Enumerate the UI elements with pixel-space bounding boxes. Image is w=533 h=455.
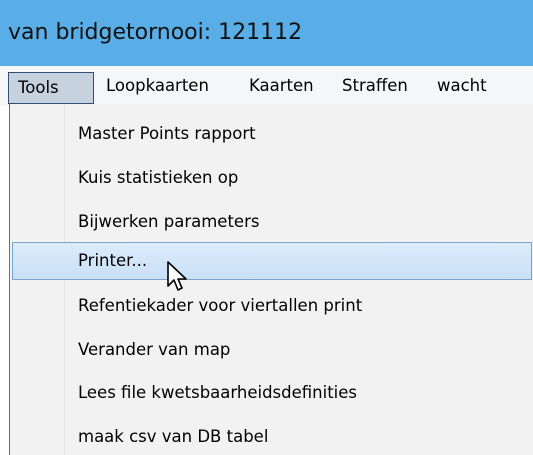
- menu-item-label: Master Points rapport: [78, 124, 256, 143]
- menu-item-verander-van-map[interactable]: Verander van map: [12, 331, 532, 369]
- menu-item-label: maak csv van DB tabel: [78, 427, 269, 446]
- menu-loopkaarten[interactable]: Loopkaarten: [106, 73, 209, 99]
- menu-kaarten[interactable]: Kaarten: [249, 73, 314, 99]
- menu-item-printer[interactable]: Printer...: [12, 242, 532, 280]
- menu-bar: Tools Loopkaarten Kaarten Straffen wacht: [0, 66, 533, 106]
- menu-item-kuis-statistieken-op[interactable]: Kuis statistieken op: [12, 159, 532, 197]
- menu-item-label: Verander van map: [78, 340, 231, 359]
- menu-item-lees-file-kwetsbaarheidsdefinities[interactable]: Lees file kwetsbaarheidsdefinities: [12, 374, 532, 412]
- window-title: van bridgetornooi: 121112: [8, 20, 303, 45]
- tools-dropdown-menu: Master Points rapport Kuis statistieken …: [9, 104, 533, 455]
- menu-left-margin: [0, 106, 8, 455]
- app-window: van bridgetornooi: 121112 Tools Loopkaar…: [0, 0, 533, 455]
- menu-item-label: Refentiekader voor viertallen print: [78, 296, 363, 315]
- menu-item-master-points-rapport[interactable]: Master Points rapport: [12, 115, 532, 153]
- menu-wacht[interactable]: wacht: [437, 73, 487, 99]
- menu-item-maak-csv-van-db-tabel[interactable]: maak csv van DB tabel: [12, 418, 532, 455]
- menu-item-refentiekader[interactable]: Refentiekader voor viertallen print: [12, 287, 532, 325]
- menu-straffen[interactable]: Straffen: [342, 73, 408, 99]
- title-bar[interactable]: van bridgetornooi: 121112: [0, 0, 533, 66]
- menu-item-bijwerken-parameters[interactable]: Bijwerken parameters: [12, 203, 532, 241]
- menu-item-label: Printer...: [78, 251, 148, 270]
- menu-item-label: Kuis statistieken op: [78, 168, 239, 187]
- menu-tools[interactable]: Tools: [8, 72, 94, 104]
- menu-item-label: Lees file kwetsbaarheidsdefinities: [78, 383, 358, 402]
- mouse-pointer-icon: [167, 261, 187, 291]
- menu-item-label: Bijwerken parameters: [78, 212, 260, 231]
